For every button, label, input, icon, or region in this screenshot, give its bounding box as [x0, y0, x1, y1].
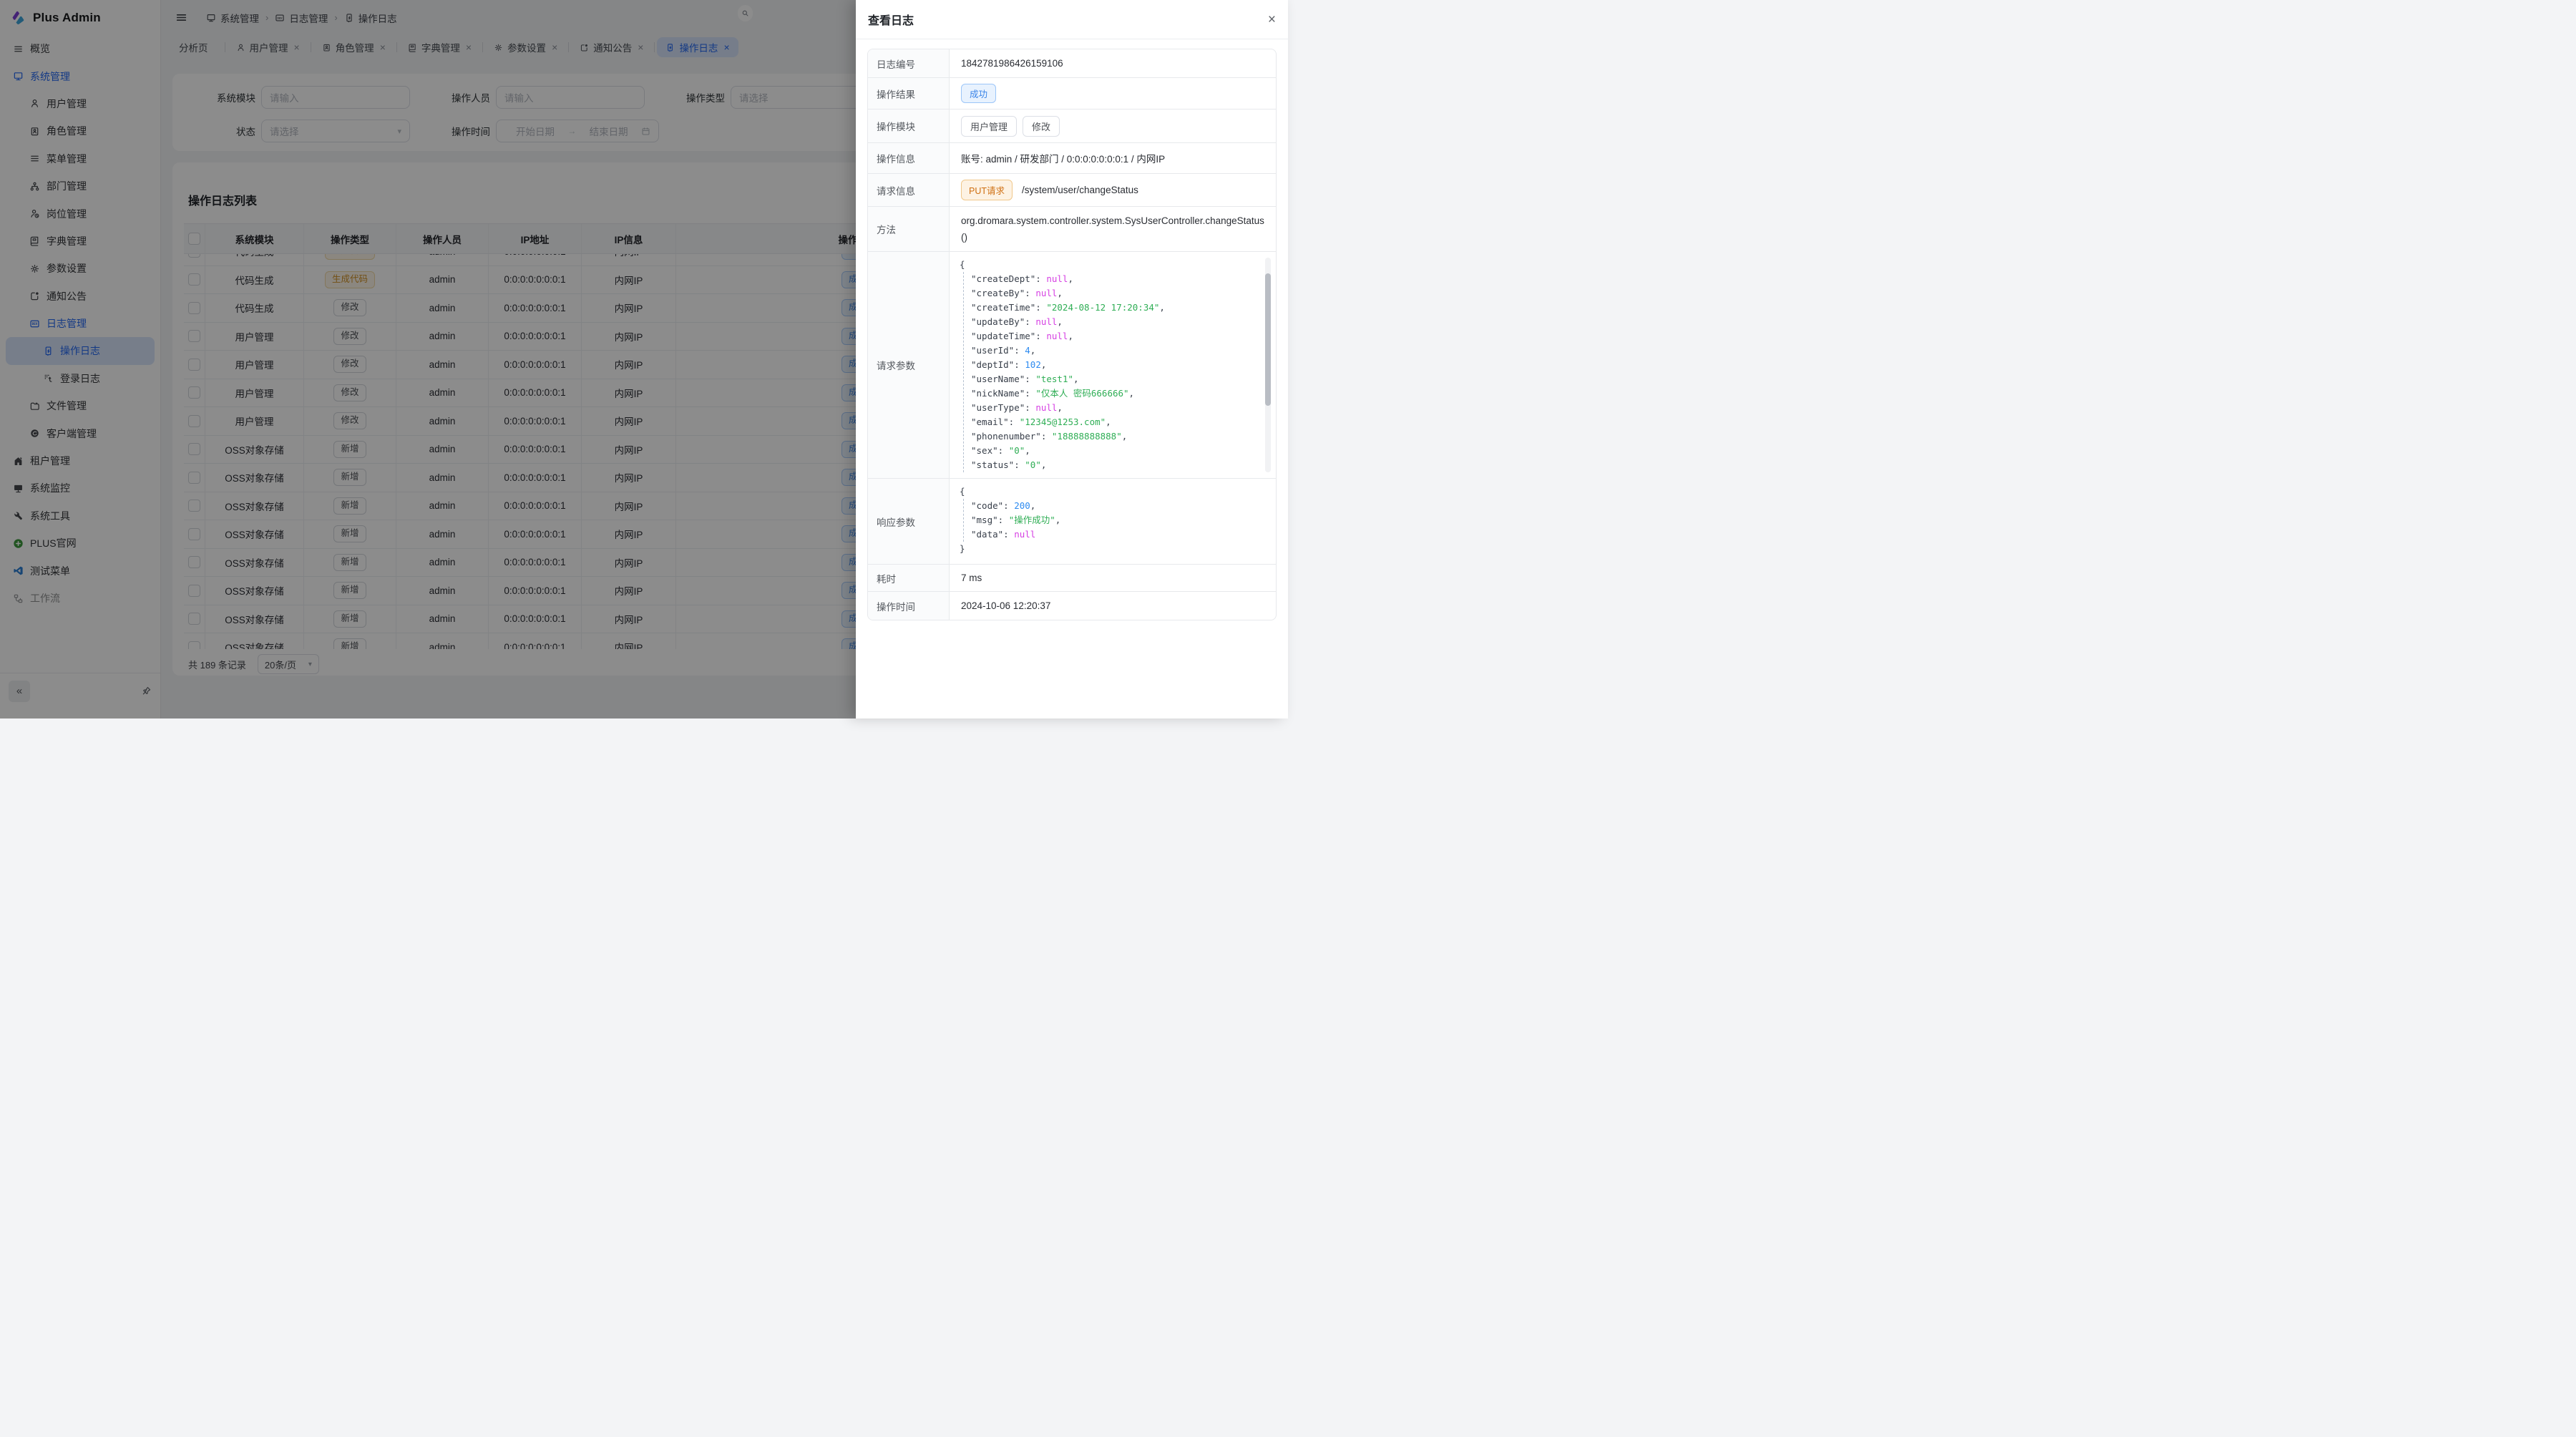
- module-tag: 修改: [1023, 116, 1060, 137]
- drawer-header: 查看日志 ×: [856, 0, 1288, 39]
- description-row-操作信息: 操作信息账号: admin / 研发部门 / 0:0:0:0:0:0:0:1 /…: [868, 143, 1276, 174]
- description-label: 操作信息: [868, 143, 950, 173]
- description-row-操作结果: 操作结果成功: [868, 78, 1276, 109]
- close-icon[interactable]: ×: [1268, 13, 1276, 26]
- description-row-请求信息: 请求信息PUT请求/system/user/changeStatus: [868, 174, 1276, 207]
- drawer-title: 查看日志: [868, 11, 914, 28]
- description-value: 成功: [950, 78, 1276, 109]
- description-row-操作时间: 操作时间2024-10-06 12:20:37: [868, 592, 1276, 620]
- description-value: PUT请求/system/user/changeStatus: [950, 174, 1276, 206]
- description-label: 日志编号: [868, 49, 950, 77]
- description-row-响应参数: 响应参数{"code": 200,"msg": "操作成功","data": n…: [868, 479, 1276, 565]
- description-label: 操作结果: [868, 78, 950, 109]
- view-log-drawer: 查看日志 × 日志编号1842781986426159106操作结果成功操作模块…: [856, 0, 1288, 718]
- json-code: {"createDept": null,"createBy": null,"cr…: [960, 258, 1257, 472]
- log-descriptions: 日志编号1842781986426159106操作结果成功操作模块用户管理修改操…: [867, 49, 1277, 620]
- description-label: 耗时: [868, 565, 950, 591]
- json-code: {"code": 200,"msg": "操作成功","data": null}: [960, 484, 1257, 556]
- description-value: {"code": 200,"msg": "操作成功","data": null}: [950, 479, 1276, 564]
- drawer-body: 日志编号1842781986426159106操作结果成功操作模块用户管理修改操…: [856, 39, 1288, 630]
- description-row-方法: 方法org.dromara.system.controller.system.S…: [868, 207, 1276, 252]
- description-label: 操作时间: [868, 592, 950, 620]
- description-label: 请求参数: [868, 252, 950, 478]
- description-label: 方法: [868, 207, 950, 251]
- scrollbar-thumb[interactable]: [1265, 273, 1271, 406]
- description-value: 2024-10-06 12:20:37: [950, 592, 1276, 620]
- description-row-日志编号: 日志编号1842781986426159106: [868, 49, 1276, 78]
- result-success-tag: 成功: [961, 84, 996, 103]
- description-row-操作模块: 操作模块用户管理修改: [868, 109, 1276, 143]
- description-label: 响应参数: [868, 479, 950, 564]
- description-row-请求参数: 请求参数{"createDept": null,"createBy": null…: [868, 252, 1276, 479]
- description-row-耗时: 耗时7 ms: [868, 565, 1276, 592]
- description-value: 1842781986426159106: [950, 49, 1276, 77]
- description-value: 账号: admin / 研发部门 / 0:0:0:0:0:0:0:1 / 内网I…: [950, 143, 1276, 173]
- description-value: 用户管理修改: [950, 109, 1276, 142]
- description-label: 请求信息: [868, 174, 950, 206]
- description-value: {"createDept": null,"createBy": null,"cr…: [950, 252, 1276, 478]
- module-tag: 用户管理: [961, 116, 1017, 137]
- description-value: org.dromara.system.controller.system.Sys…: [950, 207, 1276, 251]
- http-method-tag: PUT请求: [961, 180, 1013, 200]
- request-url: /system/user/changeStatus: [1022, 185, 1138, 195]
- description-label: 操作模块: [868, 109, 950, 142]
- description-value: 7 ms: [950, 565, 1276, 591]
